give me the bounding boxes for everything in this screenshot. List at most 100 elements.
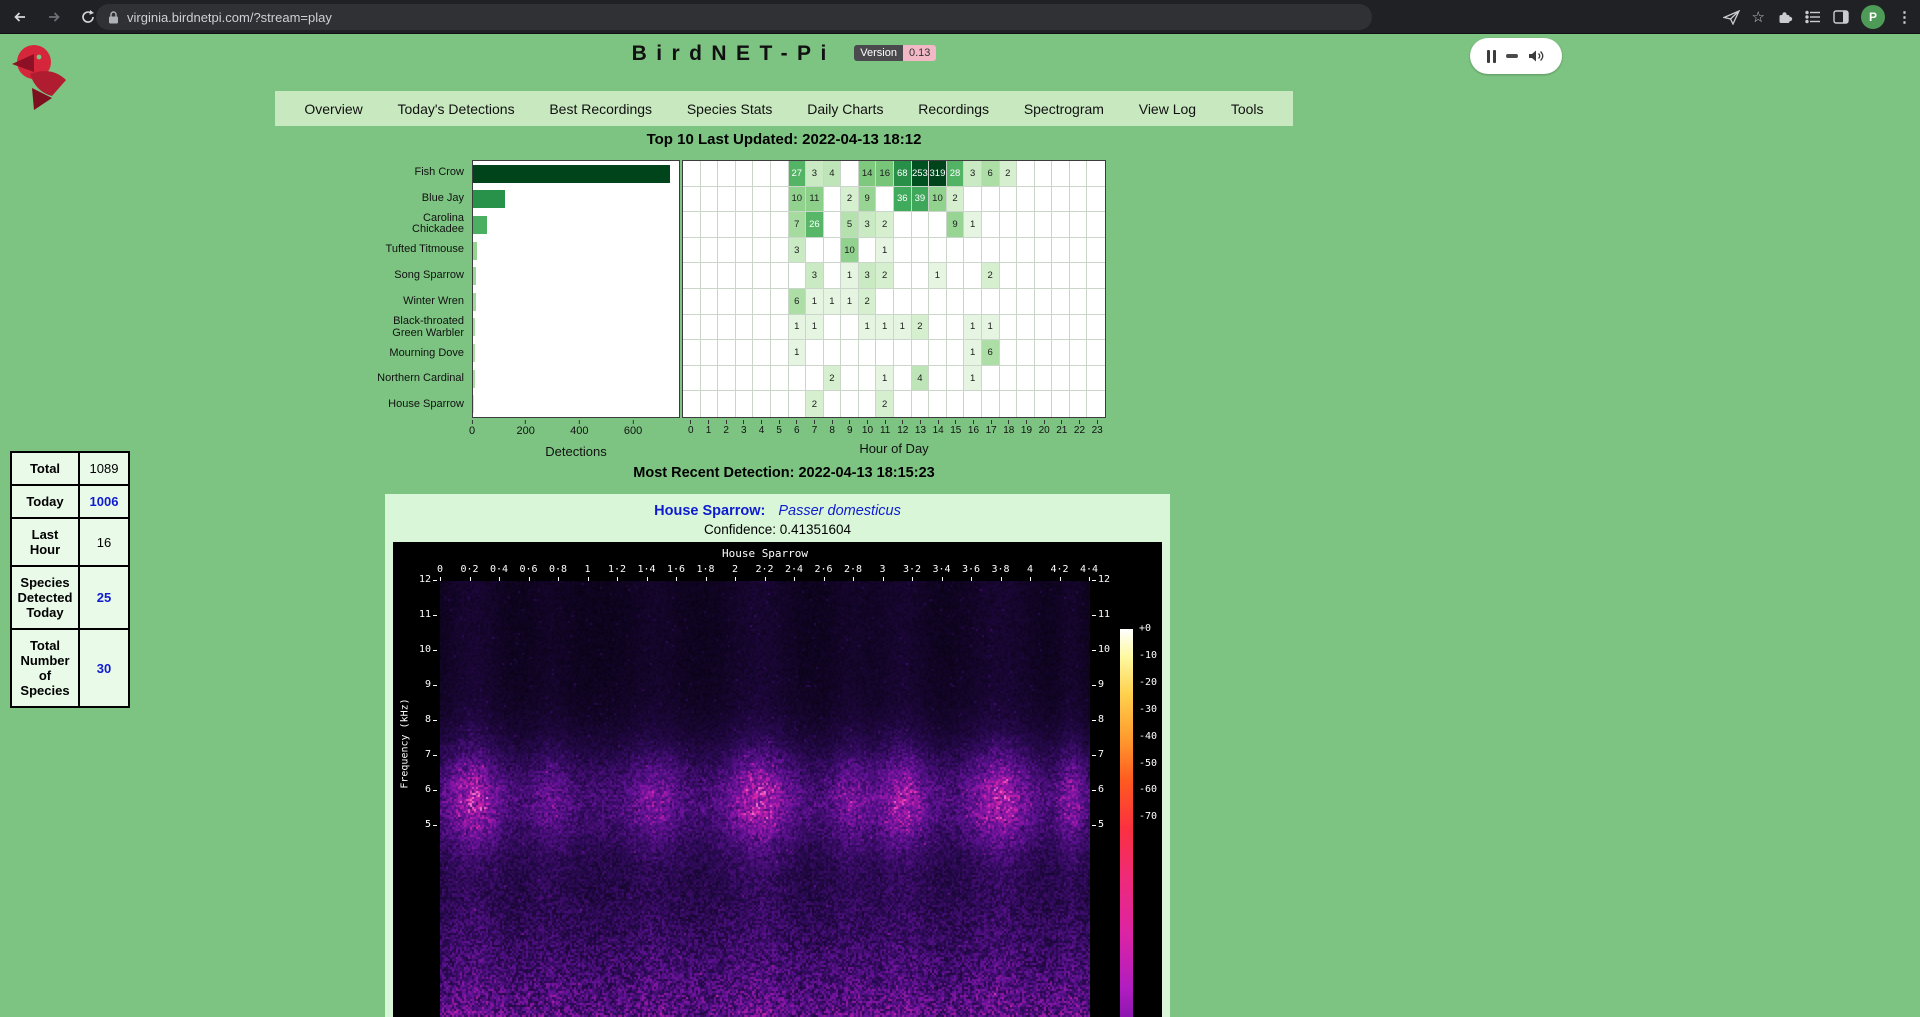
heatmap-cell [683, 340, 701, 366]
heatmap-cell [701, 289, 719, 315]
heatmap-cell [718, 161, 736, 187]
pause-icon [1493, 50, 1496, 63]
version-label: Version [854, 45, 903, 61]
heatmap-cell [982, 187, 1000, 213]
species-label: Fish Crow [332, 160, 470, 186]
tick-mark [779, 420, 780, 424]
colorbar-tick: -10 [1139, 650, 1157, 661]
hour-axis-tick: 19 [1018, 420, 1036, 436]
bookmark-star-icon[interactable]: ☆ [1752, 8, 1765, 26]
heatmap-cell: 3 [806, 161, 824, 187]
heatmap-cell: 1 [841, 289, 859, 315]
tick-label: 16 [968, 425, 979, 436]
species-label: Carolina Chickadee [332, 212, 470, 238]
heatmap-cell [982, 391, 1000, 417]
stats-value: 16 [79, 518, 129, 566]
profile-avatar[interactable]: P [1861, 5, 1885, 29]
stats-value[interactable]: 30 [79, 629, 129, 707]
heatmap-cell [1035, 289, 1053, 315]
heatmap-cell [1000, 238, 1018, 264]
extensions-puzzle-icon[interactable] [1777, 9, 1793, 25]
heatmap-cell [947, 366, 965, 392]
spec-x-tick: 3 [879, 564, 885, 575]
heatmap-cell [894, 238, 912, 264]
audio-player[interactable] [1470, 38, 1562, 74]
extension-list-icon[interactable] [1805, 10, 1821, 24]
bar-row [473, 238, 679, 264]
back-button[interactable] [6, 3, 34, 31]
nav-item-best-recordings[interactable]: Best Recordings [549, 101, 652, 117]
heatmap-cell [1052, 391, 1070, 417]
hour-axis-tick: 17 [982, 420, 1000, 436]
tick-mark [938, 420, 939, 424]
stats-value[interactable]: 25 [79, 566, 129, 629]
spectrogram-canvas [440, 581, 1090, 1017]
spec-y-tick: 8 [1098, 714, 1104, 725]
stats-row: Species Detected Today25 [11, 566, 129, 629]
nav-item-spectrogram[interactable]: Spectrogram [1024, 101, 1104, 117]
nav-item-daily-charts[interactable]: Daily Charts [807, 101, 883, 117]
heatmap-cell: 1 [964, 212, 982, 238]
nav-item-overview[interactable]: Overview [304, 101, 362, 117]
heatmap-cell [1000, 340, 1018, 366]
detection-common-name[interactable]: House Sparrow: [654, 503, 765, 519]
heatmap-cell [841, 391, 859, 417]
heatmap-cell [683, 289, 701, 315]
tick-label: 9 [847, 425, 853, 436]
tick-mark [1061, 420, 1062, 424]
heatmap-cell [683, 212, 701, 238]
kebab-menu-icon[interactable]: ⋮ [1897, 8, 1912, 26]
species-labels-column: Fish CrowBlue JayCarolina ChickadeeTufte… [332, 160, 470, 418]
heatmap-cell [964, 187, 982, 213]
stats-value[interactable]: 1006 [79, 485, 129, 518]
heatmap-cell [736, 161, 754, 187]
nav-item-today-s-detections[interactable]: Today's Detections [398, 101, 515, 117]
heatmap-cell: 1 [894, 315, 912, 341]
detections-bar [473, 395, 474, 413]
forward-button[interactable] [40, 3, 68, 31]
species-label-text: Blue Jay [422, 193, 464, 205]
heatmap-cell [1070, 187, 1088, 213]
heatmap-cell [1087, 212, 1105, 238]
address-bar[interactable]: virginia.birdnetpi.com/?stream=play [96, 4, 1372, 30]
spec-x-tick: 0·6 [519, 564, 537, 575]
heatmap-cell [859, 238, 877, 264]
species-label: Song Sparrow [332, 263, 470, 289]
heatmap-cell [1035, 366, 1053, 392]
heatmap-cell: 1 [964, 340, 982, 366]
pause-button[interactable] [1487, 50, 1496, 63]
send-icon[interactable] [1723, 10, 1740, 25]
nav-item-species-stats[interactable]: Species Stats [687, 101, 773, 117]
heatmap-cell: 28 [947, 161, 965, 187]
tick-label: 15 [950, 425, 961, 436]
detection-scientific-name[interactable]: Passer domesticus [778, 503, 901, 519]
detections-bar [473, 190, 505, 208]
nav-item-tools[interactable]: Tools [1231, 101, 1264, 117]
bar-row [473, 263, 679, 289]
heatmap-cell [718, 187, 736, 213]
side-panel-icon[interactable] [1833, 10, 1849, 24]
spec-x-tick: 1·4 [637, 564, 655, 575]
tick-label: 12 [897, 425, 908, 436]
heatmap-cell [1017, 187, 1035, 213]
nav-item-recordings[interactable]: Recordings [918, 101, 989, 117]
birdnetpi-page: BirdNET-Pi Version 0.13 OverviewToday's … [0, 34, 1920, 1017]
toolbar-right-icons: ☆ P ⋮ [1723, 0, 1912, 34]
spectrogram-colorbar [1120, 629, 1133, 1017]
heatmap-cell [718, 212, 736, 238]
heatmap-cell [806, 238, 824, 264]
heatmap-cell [824, 315, 842, 341]
speaker-icon[interactable] [1528, 49, 1545, 63]
tick-label: 4 [759, 425, 765, 436]
heatmap-cell [1017, 289, 1035, 315]
tick-label: 11 [880, 425, 890, 436]
heatmap-cell: 2 [806, 391, 824, 417]
heatmap-cell [806, 340, 824, 366]
seek-handle[interactable] [1506, 54, 1518, 58]
spec-x-tick: 1·8 [696, 564, 714, 575]
reload-icon [80, 9, 96, 25]
tick-label: 5 [776, 425, 782, 436]
hour-of-day-axis-label: Hour of Day [682, 441, 1106, 456]
nav-item-view-log[interactable]: View Log [1139, 101, 1196, 117]
detections-bar [473, 293, 476, 311]
